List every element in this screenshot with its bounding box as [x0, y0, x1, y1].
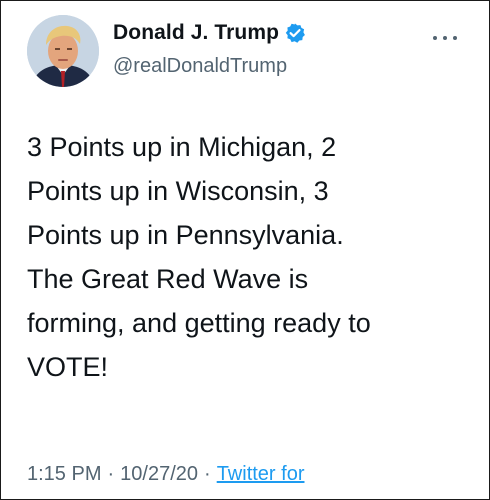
avatar[interactable] — [27, 15, 99, 87]
tweet-header: Donald J. Trump @realDonaldTrump — [1, 1, 489, 101]
profile-photo-icon — [27, 15, 99, 87]
tweet-date[interactable]: 10/27/20 — [120, 463, 198, 485]
tweet-text: 3 Points up in Michigan, 2 Points up in … — [27, 132, 371, 382]
more-dot — [433, 36, 437, 40]
meta-separator: · — [107, 463, 115, 485]
more-horizontal-icon[interactable] — [433, 35, 457, 41]
author-display-name[interactable]: Donald J. Trump — [113, 21, 279, 45]
tweet-meta: 1:15 PM · 10/27/20 · Twitter for — [27, 463, 304, 486]
tweet-source-link[interactable]: Twitter for — [217, 463, 305, 485]
author-handle[interactable]: @realDonaldTrump — [113, 55, 287, 78]
more-dot — [453, 36, 457, 40]
more-dot — [443, 36, 447, 40]
tweet-time[interactable]: 1:15 PM — [27, 463, 101, 485]
verified-badge-icon — [284, 22, 306, 44]
tweet-card: Donald J. Trump @realDonaldTrump 3 Point… — [0, 0, 490, 500]
author-name-row: Donald J. Trump — [113, 21, 306, 45]
meta-separator: · — [204, 463, 211, 485]
